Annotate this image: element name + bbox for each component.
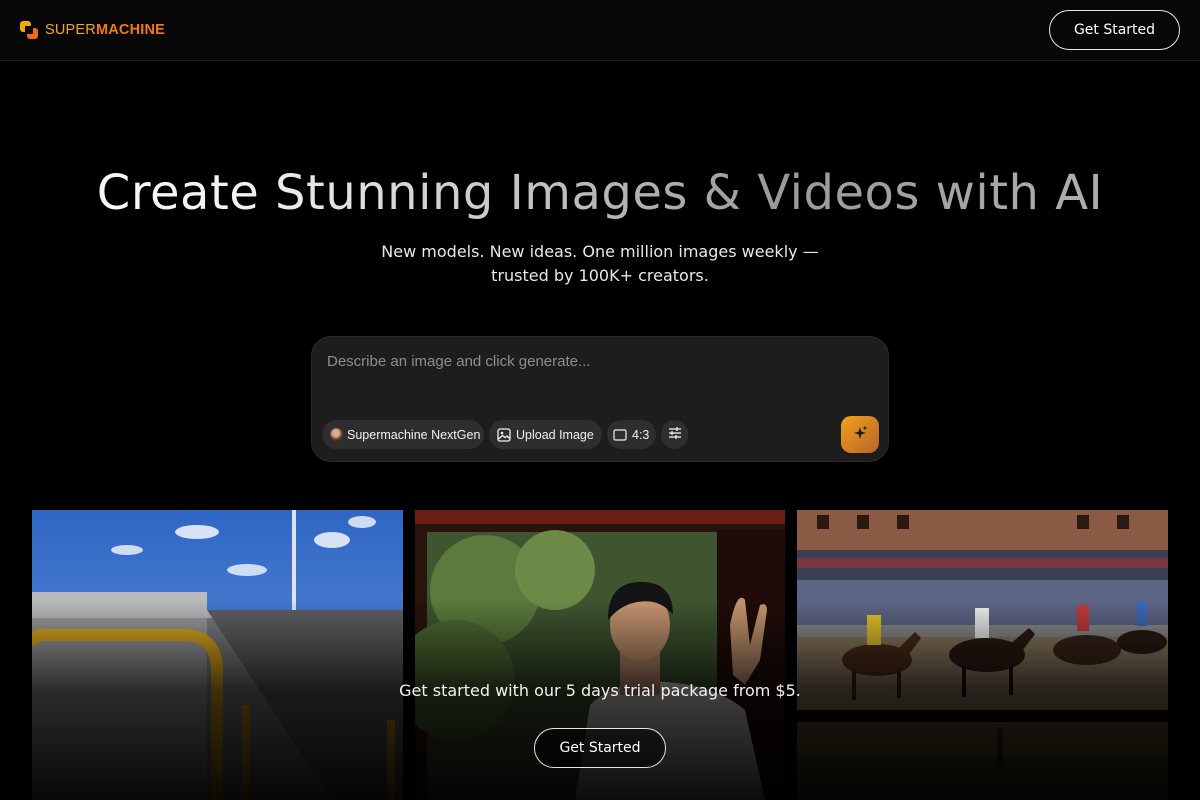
hero-subtitle-line-2: trusted by 100K+ creators.	[491, 266, 709, 285]
model-selector[interactable]: Supermachine NextGen	[322, 420, 484, 449]
page: SUPERMACHINE Get Started Create Stunning…	[0, 0, 1200, 800]
model-label: Supermachine NextGen	[347, 427, 481, 442]
top-nav: SUPERMACHINE Get Started	[0, 0, 1200, 61]
prompt-box: Supermachine NextGen Upload Image 4:3	[311, 336, 889, 462]
sparkles-icon	[851, 424, 869, 446]
hero-subtitle: New models. New ideas. One million image…	[350, 240, 850, 288]
upload-image-button[interactable]: Upload Image	[489, 420, 602, 449]
logo-icon	[20, 21, 38, 39]
header-get-started-button[interactable]: Get Started	[1049, 10, 1180, 50]
prompt-input[interactable]	[327, 349, 867, 373]
upload-image-label: Upload Image	[516, 427, 594, 442]
aspect-ratio-label: 4:3	[632, 427, 650, 442]
trial-promo-text: Get started with our 5 days trial packag…	[399, 681, 801, 700]
image-icon	[497, 427, 511, 442]
model-avatar	[330, 428, 343, 441]
aspect-ratio-selector[interactable]: 4:3	[607, 420, 656, 449]
aspect-ratio-icon	[613, 428, 627, 441]
sliders-icon	[668, 426, 682, 443]
bottom-get-started-button[interactable]: Get Started	[534, 728, 666, 768]
gallery-image-horse-race[interactable]	[797, 510, 1168, 710]
gallery-image-dark-landscape[interactable]	[797, 722, 1168, 800]
settings-button[interactable]	[661, 420, 688, 449]
logo-text: SUPERMACHINE	[45, 22, 165, 38]
logo-word-super: SUPER	[45, 22, 96, 38]
logo[interactable]: SUPERMACHINE	[20, 20, 165, 40]
logo-word-machine: MACHINE	[95, 22, 166, 38]
hero-subtitle-line-1: New models. New ideas. One million image…	[381, 242, 819, 261]
hero-title: Create Stunning Images & Videos with AI	[0, 165, 1200, 221]
generate-button[interactable]	[841, 416, 879, 453]
gallery-image-building[interactable]	[32, 510, 403, 800]
